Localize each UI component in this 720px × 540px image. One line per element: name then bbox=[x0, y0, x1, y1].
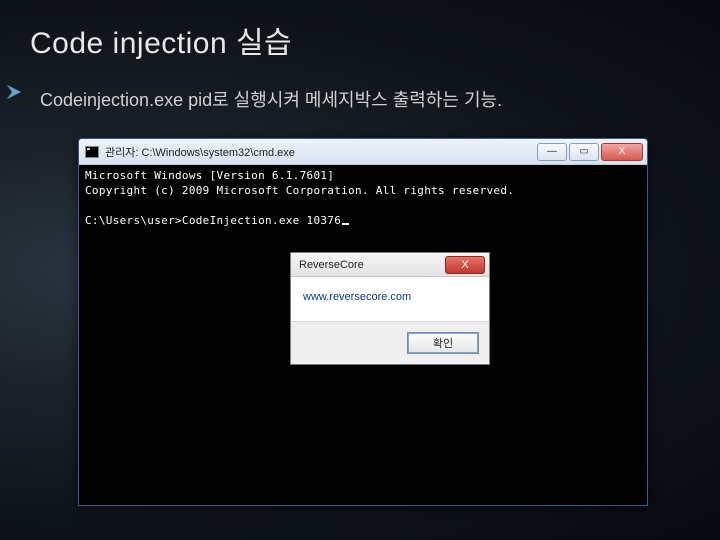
minimize-button[interactable]: — bbox=[537, 143, 567, 161]
messagebox-text: www.reversecore.com bbox=[303, 291, 411, 303]
cmd-titlebar[interactable]: 관리자: C:\Windows\system32\cmd.exe — ▭ X bbox=[79, 139, 647, 165]
messagebox-close-button[interactable]: X bbox=[445, 256, 485, 274]
cmd-title-text: 관리자: C:\Windows\system32\cmd.exe bbox=[105, 144, 537, 160]
cmd-icon bbox=[85, 146, 99, 158]
ok-button[interactable]: 확인 bbox=[407, 332, 479, 354]
messagebox-body: www.reversecore.com bbox=[291, 277, 489, 322]
slide-subtitle: Codeinjection.exe pid로 실행시켜 메세지박스 출력하는 기… bbox=[0, 62, 720, 112]
cursor-icon bbox=[342, 223, 349, 225]
maximize-button[interactable]: ▭ bbox=[569, 143, 599, 161]
messagebox-footer: 확인 bbox=[291, 322, 489, 364]
window-controls: — ▭ X bbox=[537, 143, 643, 161]
cmd-prompt: C:\Users\user>CodeInjection.exe 10376 bbox=[85, 214, 341, 227]
messagebox: ReverseCore X www.reversecore.com 확인 bbox=[290, 252, 490, 365]
bullet-icon bbox=[4, 82, 24, 102]
messagebox-title: ReverseCore bbox=[299, 259, 445, 271]
cmd-line1: Microsoft Windows [Version 6.1.7601] bbox=[85, 169, 334, 182]
close-button[interactable]: X bbox=[601, 143, 643, 161]
messagebox-titlebar[interactable]: ReverseCore X bbox=[291, 253, 489, 277]
slide-title: Code injection 실습 bbox=[0, 0, 720, 62]
cmd-line2: Copyright (c) 2009 Microsoft Corporation… bbox=[85, 184, 514, 197]
